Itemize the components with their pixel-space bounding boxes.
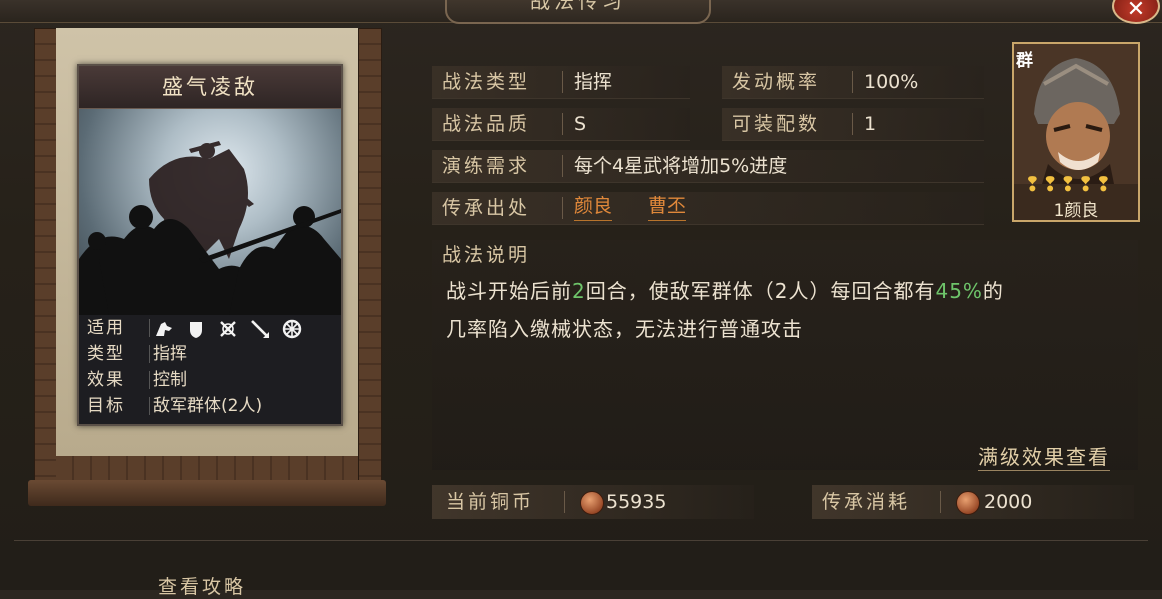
- skill-name: 盛气凌敌: [79, 66, 341, 109]
- skill-type-value: 指挥: [574, 71, 613, 93]
- drill-requirement-label: 演练需求: [442, 155, 531, 177]
- copper-coin-icon: [580, 491, 604, 515]
- cavalry-icon: [156, 322, 172, 336]
- equip-count-label: 可装配数: [732, 113, 821, 135]
- full-effect-link[interactable]: 满级效果查看: [978, 441, 1110, 471]
- source-general-link-2[interactable]: 曹丕: [648, 192, 687, 221]
- description-title: 战法说明: [442, 244, 531, 266]
- description-line-1: 战斗开始后前2回合，使敌军群体（2人）每回合都有45%的: [446, 279, 1004, 303]
- copper-coin-icon: [956, 491, 980, 515]
- stat-row-type: 类型 指挥: [87, 344, 187, 364]
- window-title: 战法传习: [445, 0, 711, 24]
- shield-icon: [190, 322, 202, 338]
- stat-row-effect: 效果 控制: [87, 370, 187, 390]
- trigger-rate-label: 发动概率: [732, 71, 821, 93]
- description-line-2: 几率陷入缴械状态，无法进行普通攻击: [446, 317, 803, 341]
- spear-icon: [251, 320, 269, 338]
- current-coins-value: 55935: [606, 491, 667, 513]
- scroll-lower: [56, 456, 358, 482]
- general-portrait[interactable]: 群 ❢❢❢❢❢ 1颜良: [1012, 42, 1140, 222]
- stat-row-applicable: 适用: [79, 315, 341, 341]
- general-name: 1颜良: [1053, 201, 1099, 221]
- inherit-source-label: 传承出处: [442, 197, 531, 219]
- bow-icon: [220, 321, 236, 337]
- description-text: 战斗开始后前2回合，使敌军群体（2人）每回合都有45%的 几率陷入缴械状态，无法…: [446, 272, 1136, 348]
- source-general-link-1[interactable]: 颜良: [574, 192, 613, 221]
- scroll-rod-left: [34, 28, 58, 500]
- skill-art: [79, 109, 341, 315]
- battle-illustration: [79, 141, 341, 315]
- view-guide-button[interactable]: 查看攻略: [158, 572, 246, 599]
- skill-card: 盛气凌敌 适用 类型 指挥 效果 控制 目标 敌军群体(2人): [77, 64, 343, 426]
- faction-badge: 群: [1016, 51, 1033, 71]
- skill-quality-label: 战法品质: [442, 113, 531, 135]
- wheel-icon: [282, 319, 302, 339]
- rank-stars: ❢❢❢❢❢: [1024, 172, 1113, 196]
- scroll-rod-right: [358, 28, 382, 500]
- skill-quality-value: S: [574, 113, 587, 135]
- drill-requirement-value: 每个4星武将增加5%进度: [574, 155, 788, 177]
- skill-stats: 适用 类型 指挥 效果 控制 目标 敌军群体(2人): [79, 315, 341, 424]
- divider: [14, 540, 1148, 541]
- stat-row-target: 目标 敌军群体(2人): [87, 396, 263, 416]
- close-icon: ✕: [1126, 0, 1146, 22]
- turns-value: 2: [572, 279, 586, 303]
- inherit-cost-label: 传承消耗: [822, 491, 911, 513]
- skill-type-label: 战法类型: [442, 71, 531, 93]
- inherit-cost-value: 2000: [984, 491, 1033, 513]
- scroll-bottom-rod: [28, 480, 386, 506]
- chance-value: 45%: [935, 279, 983, 303]
- equip-count-value: 1: [864, 113, 877, 135]
- unit-type-icons: [153, 318, 303, 340]
- current-coins-label: 当前铜币: [446, 491, 535, 513]
- trigger-rate-value: 100%: [864, 71, 919, 93]
